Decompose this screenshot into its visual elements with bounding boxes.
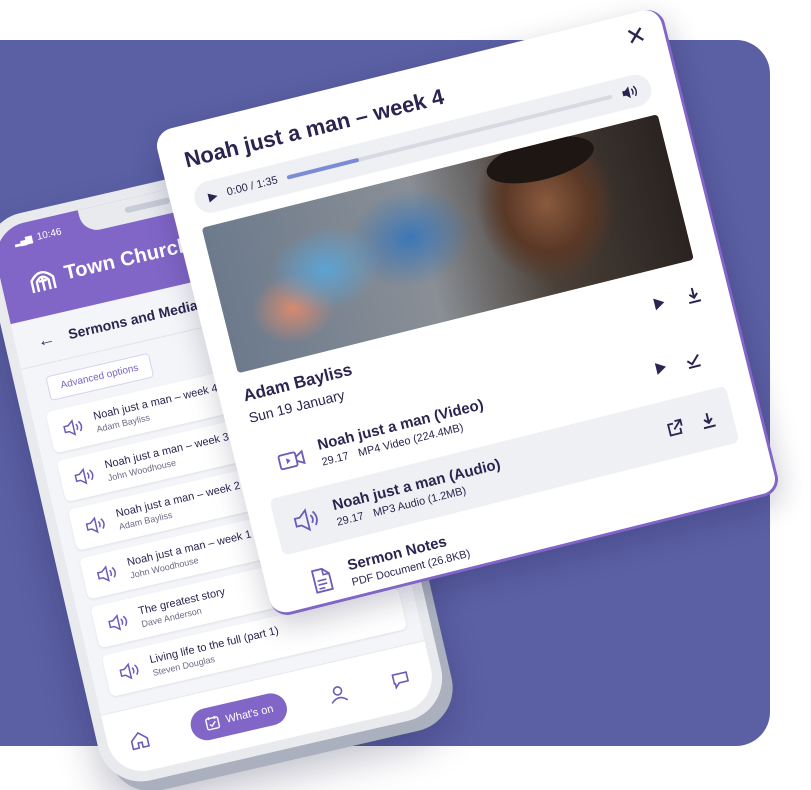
speaker-icon: [85, 516, 105, 534]
whats-on-label: What's on: [224, 703, 275, 726]
speaker-icon: [74, 467, 94, 485]
external-link-icon[interactable]: [664, 417, 686, 439]
play-icon[interactable]: [648, 293, 670, 315]
speaker-icon: [108, 613, 128, 631]
progress-fill: [286, 157, 360, 180]
volume-icon[interactable]: [620, 84, 639, 101]
close-button[interactable]: ✕: [623, 21, 649, 52]
play-icon[interactable]: [649, 357, 671, 379]
download-icon[interactable]: [697, 409, 719, 431]
back-arrow-icon[interactable]: ←: [35, 327, 57, 352]
downloaded-check-icon[interactable]: [682, 349, 704, 371]
status-time: 10:46: [35, 226, 63, 243]
church-logo-icon: [30, 271, 57, 294]
media-duration: 29.17: [320, 450, 351, 469]
speaker-actions: [645, 273, 707, 325]
phone-speaker: [124, 197, 171, 214]
download-icon[interactable]: [683, 284, 705, 306]
play-icon[interactable]: ▶: [207, 188, 219, 204]
status-bar: ▂▄▆ 10:46: [13, 226, 63, 248]
speaker-icon: [96, 565, 116, 582]
video-icon: [277, 449, 306, 471]
app-name: Town Church: [62, 233, 193, 284]
time-readout: 0:00 / 1:35: [225, 174, 279, 199]
whats-on-nav-button[interactable]: What's on: [187, 690, 291, 744]
chat-icon[interactable]: [387, 666, 413, 692]
media-duration: 29.17: [335, 510, 366, 529]
calendar-icon: [204, 715, 220, 731]
home-icon[interactable]: [126, 727, 152, 753]
profile-icon[interactable]: [325, 681, 351, 707]
speaker-icon: [293, 508, 318, 532]
document-icon: [310, 567, 334, 594]
speaker-icon: [119, 662, 139, 680]
speaker-icon: [63, 419, 83, 436]
signal-icon: ▂▄▆: [13, 233, 33, 248]
